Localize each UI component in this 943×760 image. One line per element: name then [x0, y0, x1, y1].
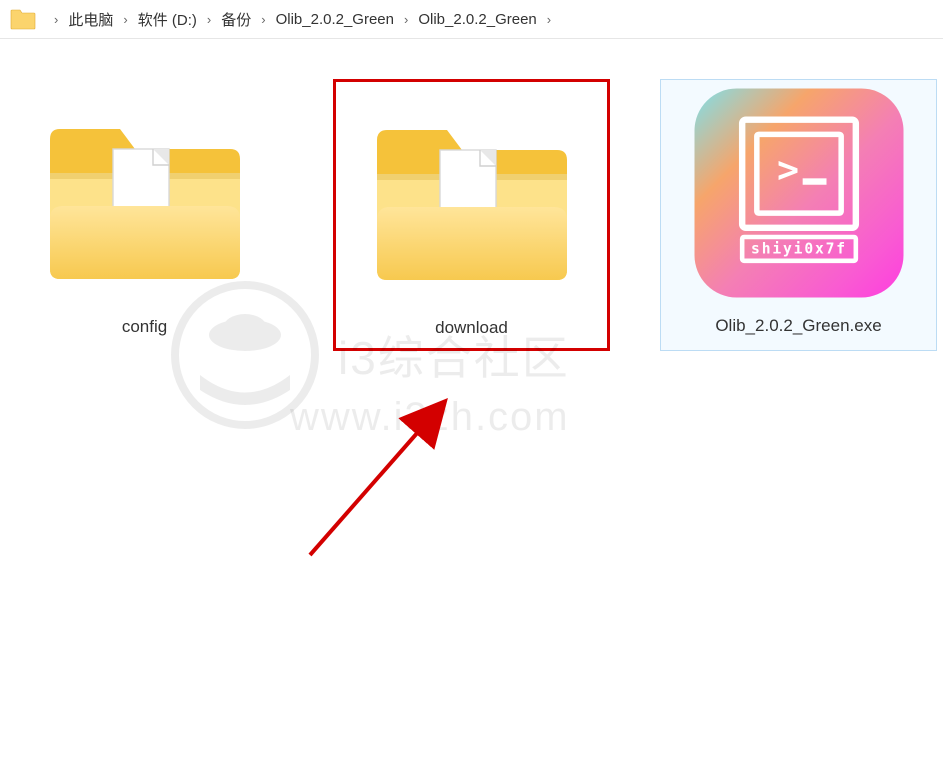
watermark-url: www.i3zh.com: [290, 395, 570, 440]
item-label: download: [435, 318, 508, 338]
folder-icon: [362, 100, 582, 290]
chevron-right-icon: ›: [404, 12, 408, 27]
breadcrumb: › 此电脑 › 软件 (D:) › 备份 › Olib_2.0.2_Green …: [0, 0, 943, 39]
app-icon: > shiyi0x7f: [689, 98, 909, 288]
chevron-right-icon: ›: [547, 12, 551, 27]
arrow-annotation: [300, 395, 480, 575]
item-label: config: [122, 317, 167, 337]
folder-item-download[interactable]: download: [333, 79, 610, 351]
item-label: Olib_2.0.2_Green.exe: [715, 316, 881, 336]
chevron-right-icon: ›: [123, 12, 127, 27]
breadcrumb-item[interactable]: 此电脑: [68, 9, 113, 30]
chevron-right-icon: ›: [261, 12, 265, 27]
breadcrumb-item[interactable]: Olib_2.0.2_Green: [418, 11, 536, 28]
file-item-exe[interactable]: > shiyi0x7f Olib_2.0.2_Green.exe: [660, 79, 937, 351]
breadcrumb-item[interactable]: Olib_2.0.2_Green: [276, 11, 394, 28]
icon-badge-text: shiyi0x7f: [751, 241, 847, 258]
breadcrumb-item[interactable]: 备份: [221, 9, 251, 30]
chevron-right-icon: ›: [207, 12, 211, 27]
svg-text:>: >: [777, 148, 799, 191]
folder-icon: [35, 99, 255, 289]
breadcrumb-item[interactable]: 软件 (D:): [138, 9, 197, 30]
chevron-right-icon: ›: [54, 12, 58, 27]
folder-item-config[interactable]: config: [6, 79, 283, 351]
folder-icon: [10, 8, 36, 30]
file-grid: config download: [0, 39, 943, 391]
